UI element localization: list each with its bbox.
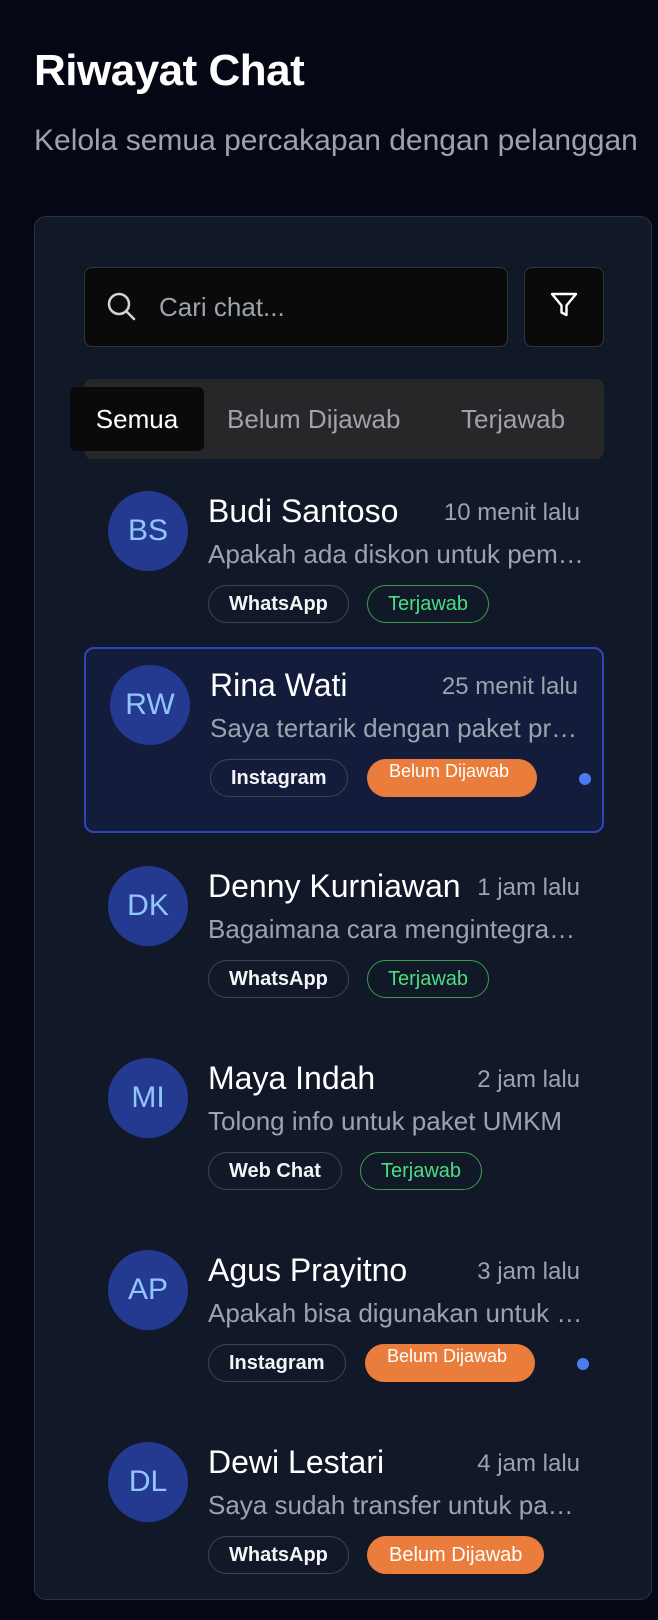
avatar: MI [108,1058,188,1138]
contact-name: Denny Kurniawan [208,868,461,904]
channel-badge: WhatsApp [208,1536,349,1574]
status-badge: Belum Dijawab [367,1536,545,1574]
filter-button[interactable] [524,267,604,347]
status-badge: Terjawab [367,585,490,623]
channel-badge: Web Chat [208,1152,342,1190]
tab-belum-dijawab[interactable]: Belum Dijawab [227,387,400,451]
search-icon [105,290,139,324]
page-subtitle: Kelola semua percakapan dengan pelanggan [34,124,638,157]
message-preview: Apakah ada diskon untuk pembelian dalam … [208,539,584,569]
avatar: RW [110,665,190,745]
timestamp: 10 menit lalu [443,499,580,526]
chat-list-item[interactable]: DL Dewi Lestari 4 jam lalu Saya sudah tr… [84,1426,604,1599]
contact-name: Rina Wati [210,667,348,703]
chat-list-panel: Semua Belum Dijawab Terjawab BS Budi San… [34,216,652,1600]
status-badge: Belum Dijawab [367,759,537,797]
chat-list-item[interactable]: AP Agus Prayitno 3 jam lalu Apakah bisa … [84,1234,604,1420]
timestamp: 3 jam lalu [477,1258,580,1285]
unread-indicator [579,773,591,785]
chat-list-item[interactable]: BS Budi Santoso 10 menit lalu Apakah ada… [84,475,604,661]
chat-history-page: Riwayat Chat Kelola semua percakapan den… [0,0,658,1620]
message-preview: Saya sudah transfer untuk paket tahunan [208,1490,584,1520]
channel-badge: WhatsApp [208,585,349,623]
chat-list-item[interactable]: MI Maya Indah 2 jam lalu Tolong info unt… [84,1042,604,1228]
avatar: DK [108,866,188,946]
tab-semua[interactable]: Semua [70,387,204,451]
search-box[interactable] [84,267,508,347]
unread-indicator [577,1358,589,1370]
contact-name: Budi Santoso [208,493,399,529]
message-preview: Tolong info untuk paket UMKM [208,1106,563,1136]
channel-badge: WhatsApp [208,960,349,998]
contact-name: Agus Prayitno [208,1252,408,1288]
message-preview: Apakah bisa digunakan untuk beberapa cab… [208,1298,584,1328]
avatar: AP [108,1250,188,1330]
status-badge: Belum Dijawab [365,1344,535,1382]
status-badge: Terjawab [367,960,490,998]
page-title: Riwayat Chat [34,46,305,95]
timestamp: 4 jam lalu [477,1450,580,1477]
status-badge: Terjawab [360,1152,483,1190]
message-preview: Bagaimana cara mengintegrasikan dengan s… [208,914,584,944]
timestamp: 25 menit lalu [441,673,578,700]
avatar: DL [108,1442,188,1522]
timestamp: 2 jam lalu [477,1066,580,1093]
message-preview: Saya tertarik dengan paket premium yang … [210,713,586,743]
status-tabs: Semua Belum Dijawab Terjawab [70,379,604,459]
contact-name: Maya Indah [208,1060,376,1096]
contact-name: Dewi Lestari [208,1444,385,1480]
channel-badge: Instagram [208,1344,346,1382]
filter-icon [548,289,580,326]
tab-terjawab[interactable]: Terjawab [461,387,565,451]
chat-list-item-selected[interactable]: RW Rina Wati 25 menit lalu Saya tertarik… [84,647,604,833]
timestamp: 1 jam lalu [477,874,580,901]
avatar: BS [108,491,188,571]
chat-list-item[interactable]: DK Denny Kurniawan 1 jam lalu Bagaimana … [84,850,604,1036]
channel-badge: Instagram [210,759,348,797]
search-input[interactable] [159,268,489,346]
